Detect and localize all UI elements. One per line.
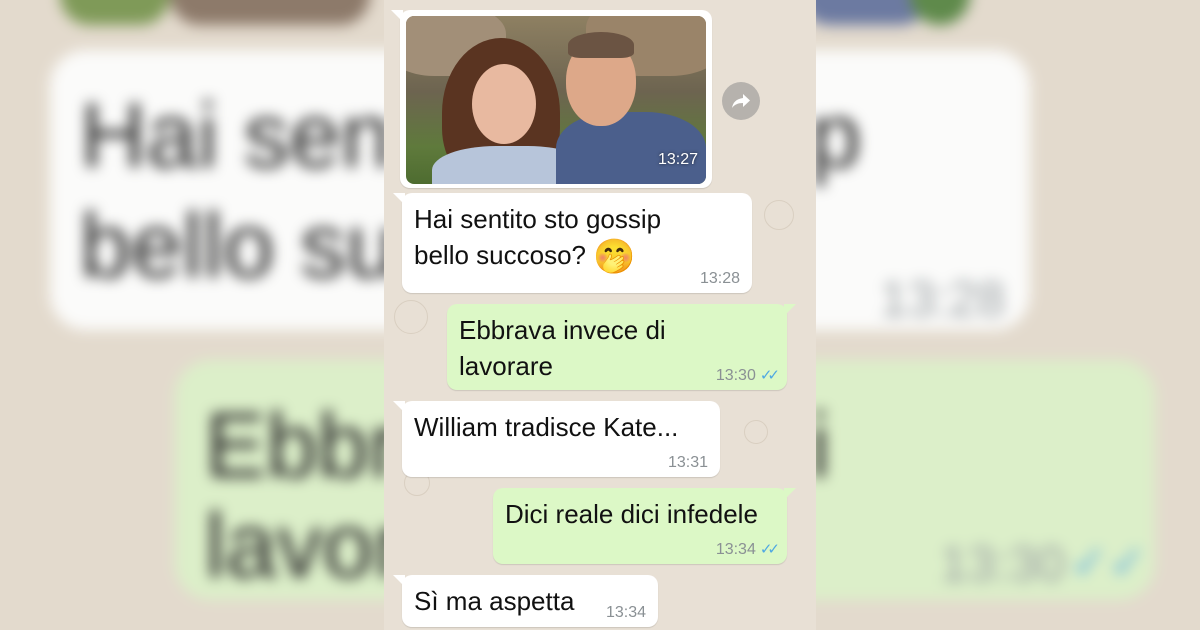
bg-time: 13:30	[940, 536, 1066, 592]
message-time: 13:27	[657, 151, 698, 168]
photo-person	[472, 64, 536, 144]
bg-photo-fragment	[60, 0, 170, 25]
message-text: Dici reale dici infedele	[505, 499, 758, 529]
message-time: 13:34	[715, 541, 756, 558]
message-meta: 13:30 ✓✓	[715, 367, 780, 384]
message-time: 13:28	[699, 270, 740, 287]
wallpaper-doodle	[764, 200, 794, 230]
bg-photo-fragment	[170, 0, 370, 25]
message-text: William tradisce Kate...	[414, 412, 679, 442]
wallpaper-doodle	[394, 300, 428, 334]
shared-photo[interactable]: 13:27	[406, 16, 706, 184]
message-time: 13:30	[715, 367, 756, 384]
forward-arrow-icon	[732, 94, 750, 108]
incoming-message-bubble[interactable]: Sì ma aspetta 13:34	[393, 575, 658, 627]
wallpaper-doodle	[744, 420, 768, 444]
message-text: Ebbrava invece di	[459, 315, 666, 345]
message-text-line: bello succoso?	[414, 240, 586, 270]
bg-text: p	[810, 85, 862, 187]
photo-person	[568, 32, 634, 58]
outgoing-message-bubble[interactable]: Ebbrava invece di lavorare 13:30 ✓✓	[447, 304, 796, 390]
image-message-bubble[interactable]: 13:27	[391, 10, 712, 188]
outgoing-message-bubble[interactable]: Dici reale dici infedele 13:34 ✓✓	[493, 488, 796, 564]
bg-read-ticks-icon: ✓✓	[1070, 536, 1148, 588]
read-ticks-icon: ✓✓	[759, 367, 780, 384]
message-text: Hai sentito sto gossip	[414, 204, 662, 234]
message-time: 13:31	[667, 454, 708, 471]
forward-button[interactable]	[722, 82, 760, 120]
message-time: 13:34	[605, 604, 646, 621]
incoming-message-bubble[interactable]: Hai sentito sto gossip bello succoso? 🤭 …	[393, 193, 752, 293]
message-text: bello succoso? 🤭	[414, 237, 740, 275]
hand-over-mouth-emoji-icon: 🤭	[593, 238, 636, 277]
incoming-message-bubble[interactable]: William tradisce Kate... 13:31	[393, 401, 720, 477]
bg-photo-fragment	[910, 0, 970, 25]
read-ticks-icon: ✓✓	[759, 541, 780, 558]
chat-panel[interactable]: 13:27 Hai sentito sto gossip bello succo…	[384, 0, 816, 630]
message-meta: 13:34 ✓✓	[715, 541, 780, 558]
bg-time: 13:28	[880, 271, 1006, 327]
